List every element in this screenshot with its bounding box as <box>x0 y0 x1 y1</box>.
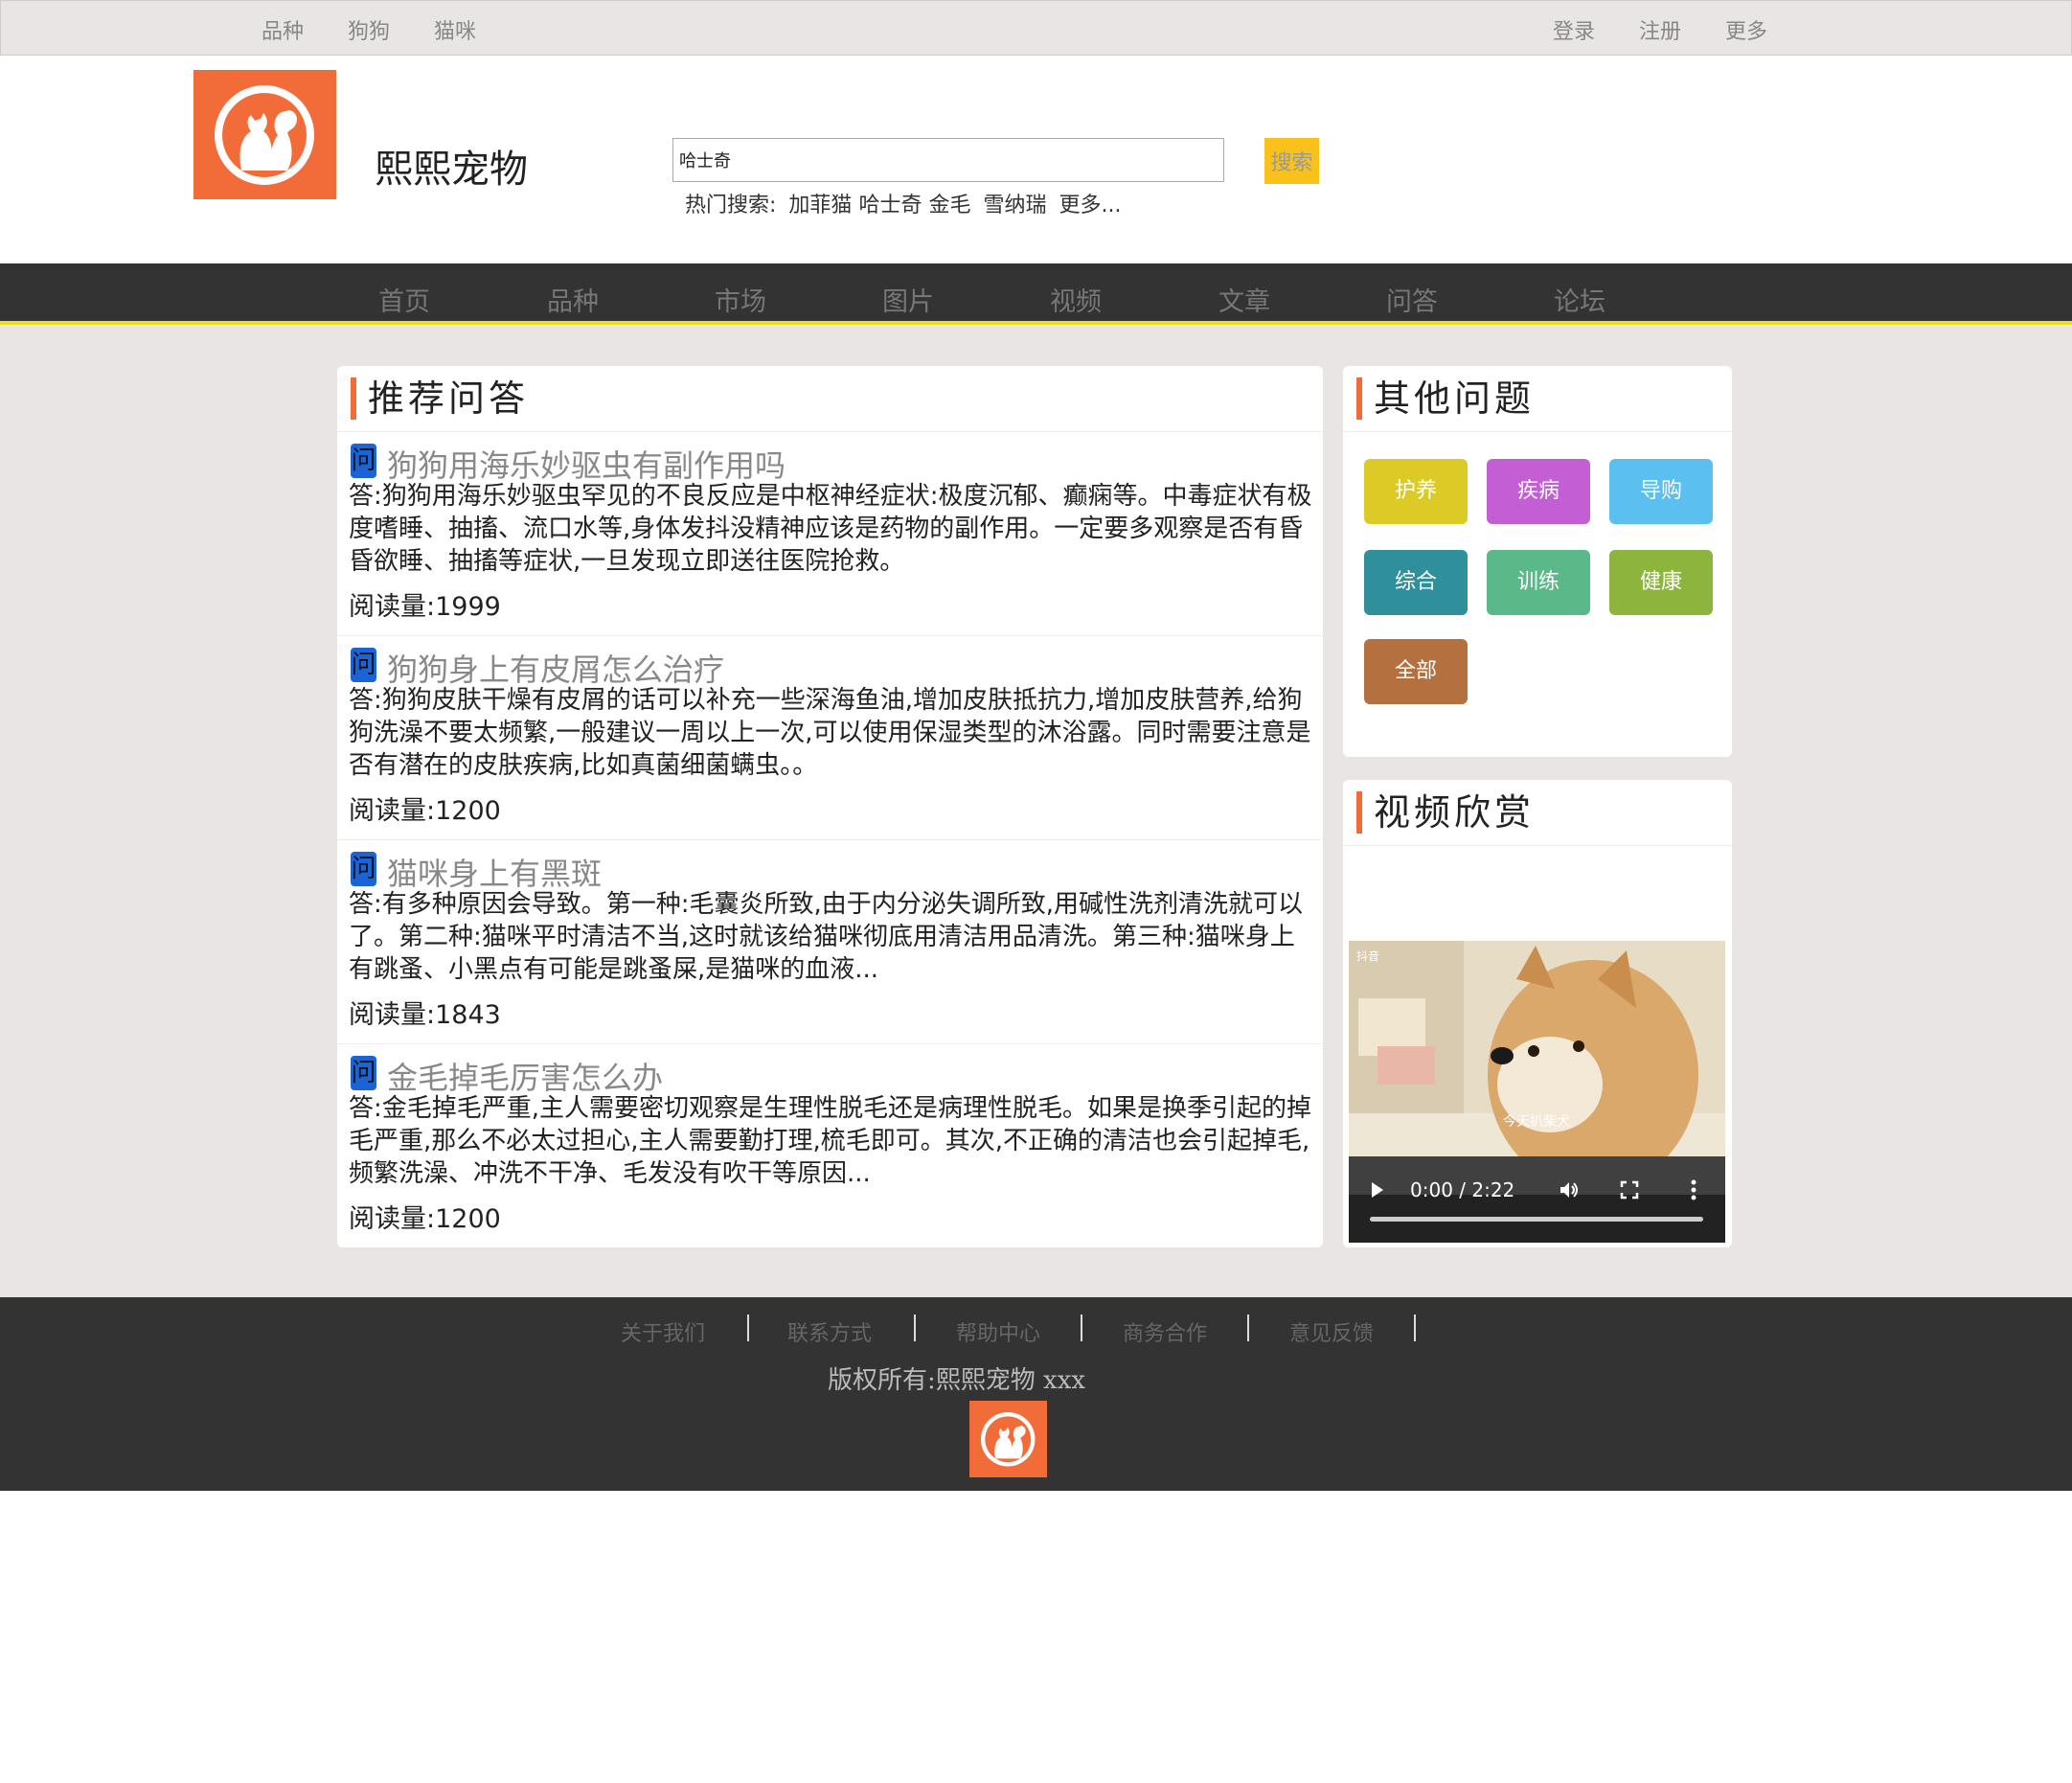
category-health-button[interactable]: 健康 <box>1609 550 1713 615</box>
video-caption: 今天扒柴犬 <box>1503 1114 1570 1130</box>
nav-breeds[interactable]: 品种 <box>547 281 599 318</box>
recommend-qa-title: 推荐问答 <box>351 377 529 420</box>
main-nav: 首页 品种 市场 图片 视频 文章 问答 论坛 <box>0 263 2072 325</box>
question-icon: 问 <box>351 852 376 886</box>
qa-item: 问 猫咪身上有黑斑 答:有多种原因会导致。第一种:毛囊炎所致,由于内分泌失调所致… <box>337 840 1323 1044</box>
qa-item: 问 金毛掉毛厉害怎么办 答:金毛掉毛严重,主人需要密切观察是生理性脱毛还是病理性… <box>337 1044 1323 1247</box>
site-logo[interactable] <box>194 70 336 199</box>
other-questions-title: 其他问题 <box>1356 377 1535 420</box>
site-name: 熙熙宠物 <box>375 148 528 192</box>
nav-pictures[interactable]: 图片 <box>882 281 934 318</box>
register-link[interactable]: 注册 <box>1639 14 1681 45</box>
footer-logo <box>969 1401 1047 1477</box>
qa-item: 问 狗狗用海乐妙驱虫有副作用吗 答:狗狗用海乐妙驱虫罕见的不良反应是中枢神经症状… <box>337 432 1323 636</box>
category-all-button[interactable]: 全部 <box>1364 639 1468 704</box>
login-link[interactable]: 登录 <box>1553 14 1595 45</box>
read-count: 阅读量:1200 <box>349 796 501 826</box>
hot-searches: 热门搜索: 加菲猫 哈士奇 金毛 雪纳瑞 更多... <box>685 188 1127 218</box>
search-button[interactable]: 搜索 <box>1264 138 1319 184</box>
question-answer: 答:狗狗用海乐妙驱虫罕见的不良反应是中枢神经症状:极度沉郁、癫痫等。中毒症状有极… <box>349 482 1312 576</box>
footer-link-contact[interactable]: 联系方式 <box>787 1316 872 1347</box>
recommend-qa-card: 推荐问答 问 狗狗用海乐妙驱虫有副作用吗 答:狗狗用海乐妙驱虫罕见的不良反应是中… <box>337 366 1323 1247</box>
nav-forum[interactable]: 论坛 <box>1554 281 1605 318</box>
footer-separator <box>914 1314 916 1341</box>
category-training-button[interactable]: 训练 <box>1487 550 1590 615</box>
category-disease-button[interactable]: 疾病 <box>1487 459 1590 524</box>
other-questions-card: 其他问题 护养 疾病 导购 综合 训练 健康 全部 <box>1343 366 1732 757</box>
question-answer: 答:金毛掉毛严重,主人需要密切观察是生理性脱毛还是病理性脱毛。如果是换季引起的掉… <box>349 1094 1312 1188</box>
pet-logo-icon <box>215 85 314 185</box>
footer-link-about[interactable]: 关于我们 <box>621 1316 705 1347</box>
top-link-dogs[interactable]: 狗狗 <box>348 14 390 45</box>
divider <box>1343 845 1732 846</box>
video-player[interactable]: 抖音 今天扒柴犬 0:00 / 2:22 <box>1349 941 1725 1243</box>
question-icon: 问 <box>351 444 376 478</box>
question-icon: 问 <box>351 1056 376 1090</box>
video-time: 0:00 / 2:22 <box>1410 1178 1515 1201</box>
nav-videos[interactable]: 视频 <box>1050 281 1102 318</box>
footer: 关于我们 联系方式 帮助中心 商务合作 意见反馈 版权所有:熙熙宠物 xxx <box>0 1297 2072 1491</box>
category-care-button[interactable]: 护养 <box>1364 459 1468 524</box>
divider <box>1343 431 1732 432</box>
more-options-icon[interactable] <box>1690 1178 1697 1201</box>
read-count: 阅读量:1200 <box>349 1204 501 1234</box>
question-answer: 答:有多种原因会导致。第一种:毛囊炎所致,由于内分泌失调所致,用碱性洗剂清洗就可… <box>349 890 1304 984</box>
hot-search-item[interactable]: 哈士奇 <box>858 194 922 217</box>
hot-search-label: 热门搜索: <box>685 194 777 217</box>
hot-search-more[interactable]: 更多... <box>1059 194 1121 217</box>
read-count: 阅读量:1999 <box>349 592 501 622</box>
qa-item: 问 狗狗身上有皮屑怎么治疗 答:狗狗皮肤干燥有皮屑的话可以补充一些深海鱼油,增加… <box>337 636 1323 840</box>
question-icon: 问 <box>351 648 376 682</box>
nav-articles[interactable]: 文章 <box>1218 281 1270 318</box>
search-input[interactable] <box>672 138 1224 182</box>
video-title: 视频欣赏 <box>1356 791 1535 834</box>
footer-link-feedback[interactable]: 意见反馈 <box>1289 1316 1374 1347</box>
hot-search-item[interactable]: 金毛 <box>928 194 970 217</box>
nav-home[interactable]: 首页 <box>378 281 430 318</box>
top-link-breeds[interactable]: 品种 <box>262 14 304 45</box>
volume-icon[interactable] <box>1558 1178 1581 1201</box>
footer-separator <box>1247 1314 1249 1341</box>
fullscreen-icon[interactable] <box>1620 1180 1639 1200</box>
video-watermark: 抖音 <box>1356 949 1379 963</box>
video-controls: 0:00 / 2:22 <box>1349 1161 1725 1243</box>
top-link-cats[interactable]: 猫咪 <box>434 14 476 45</box>
footer-link-business[interactable]: 商务合作 <box>1123 1316 1207 1347</box>
footer-separator <box>1414 1314 1416 1341</box>
footer-separator <box>1081 1314 1082 1341</box>
hot-search-item[interactable]: 雪纳瑞 <box>983 194 1046 217</box>
more-link[interactable]: 更多 <box>1725 14 1767 45</box>
footer-separator <box>747 1314 749 1341</box>
video-progress-bar[interactable] <box>1370 1217 1703 1222</box>
top-bar: 品种 狗狗 猫咪 登录 注册 更多 <box>0 0 2072 56</box>
footer-link-help[interactable]: 帮助中心 <box>956 1316 1040 1347</box>
copyright-text: 版权所有:熙熙宠物 xxx <box>828 1366 1086 1395</box>
category-general-button[interactable]: 综合 <box>1364 550 1468 615</box>
read-count: 阅读量:1843 <box>349 1000 501 1030</box>
category-shopping-button[interactable]: 导购 <box>1609 459 1713 524</box>
nav-market[interactable]: 市场 <box>715 281 766 318</box>
question-answer: 答:狗狗皮肤干燥有皮屑的话可以补充一些深海鱼油,增加皮肤抵抗力,增加皮肤营养,给… <box>349 686 1311 780</box>
nav-qa[interactable]: 问答 <box>1386 281 1438 318</box>
pet-logo-icon <box>980 1412 1036 1467</box>
hot-search-item[interactable]: 加菲猫 <box>788 194 852 217</box>
play-icon[interactable] <box>1370 1180 1385 1200</box>
